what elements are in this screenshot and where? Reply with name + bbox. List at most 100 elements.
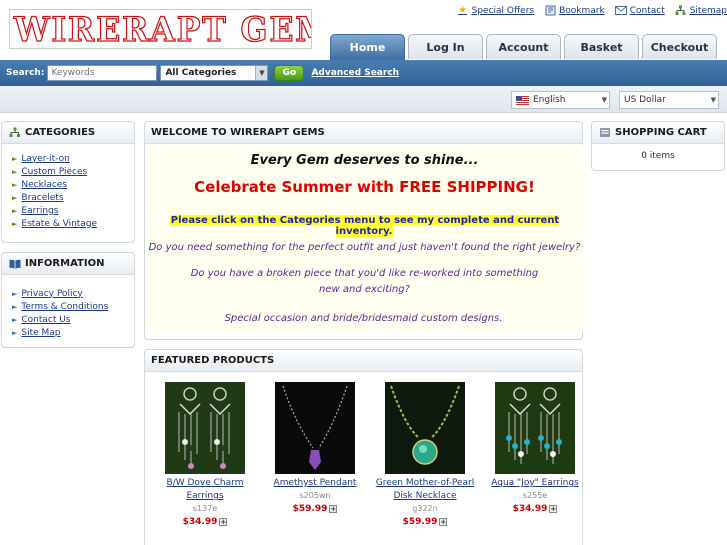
chevron-down-icon: ▼	[255, 66, 268, 80]
info-link[interactable]: Privacy Policy	[21, 289, 82, 299]
bullet-icon: ►	[12, 315, 18, 324]
add-to-cart-icon[interactable]: +	[329, 505, 338, 513]
sitemap-link[interactable]: Sitemap	[675, 5, 727, 16]
bullet-icon: ►	[12, 193, 18, 202]
information-title: INFORMATION	[25, 258, 105, 269]
product-name[interactable]: Amethyst Pendant	[260, 477, 370, 490]
top-links: ★ Special Offers Bookmark Contact Sitema…	[457, 5, 727, 16]
product-image[interactable]	[165, 382, 245, 474]
info-item[interactable]: ► Site Map	[12, 326, 134, 339]
currency-value: US Dollar	[624, 95, 666, 105]
product-code: g322n	[412, 504, 438, 513]
tab-basket[interactable]: Basket	[564, 34, 639, 59]
book-icon	[8, 258, 21, 269]
info-item[interactable]: ► Contact Us	[12, 313, 134, 326]
main-tabs: Home Log In Account Basket Checkout	[330, 34, 717, 60]
bullet-icon: ►	[12, 219, 18, 228]
category-link[interactable]: Layer-it-on	[21, 154, 69, 164]
category-select[interactable]: All Categories ▼	[160, 65, 269, 81]
tab-checkout[interactable]: Checkout	[642, 34, 717, 59]
shopping-cart-box: SHOPPING CART 0 items	[591, 121, 725, 171]
chevron-down-icon: ▼	[710, 96, 716, 104]
product-price: $59.99	[402, 517, 438, 527]
add-to-cart-icon[interactable]: +	[439, 518, 448, 526]
category-item[interactable]: ► Custom Pieces	[12, 165, 134, 178]
special-offers-link[interactable]: ★ Special Offers	[457, 5, 534, 16]
info-item[interactable]: ► Privacy Policy	[12, 287, 134, 300]
product-image[interactable]	[275, 382, 355, 474]
category-item[interactable]: ► Necklaces	[12, 178, 134, 191]
product-price-row: $34.99 +	[480, 502, 590, 516]
product-price-row: $59.99 +	[260, 502, 370, 516]
promo-text: Celebrate Summer with FREE SHIPPING!	[194, 178, 535, 196]
category-link[interactable]: Earrings	[21, 206, 58, 216]
site-logo[interactable]: WIRERAPT GEMS	[9, 9, 312, 49]
product-card: B/W Dove Charm Earrings s137e $34.99 +	[150, 382, 260, 529]
product-image[interactable]	[495, 382, 575, 474]
search-bar: Search: All Categories ▼ Go Advanced Sea…	[0, 60, 727, 86]
product-price-row: $59.99 +	[370, 515, 480, 529]
product-card: Amethyst Pendant s205wn $59.99 +	[260, 382, 370, 516]
product-price-row: $34.99 +	[150, 515, 260, 529]
search-input[interactable]	[47, 65, 158, 81]
currency-select[interactable]: US Dollar ▼	[619, 91, 719, 109]
product-price: $34.99	[512, 504, 548, 514]
add-to-cart-icon[interactable]: +	[219, 518, 228, 526]
necklace-image	[385, 382, 465, 474]
tab-log-in[interactable]: Log In	[408, 34, 483, 59]
product-name[interactable]: B/W Dove Charm Earrings	[150, 477, 260, 503]
product-price: $59.99	[292, 504, 328, 514]
welcome-header: WELCOME TO WIRERAPT GEMS	[145, 122, 582, 144]
categories-title: CATEGORIES	[25, 127, 96, 138]
product-code: s137e	[192, 504, 218, 513]
product-image[interactable]	[385, 382, 465, 474]
categories-header: CATEGORIES	[2, 122, 134, 144]
category-item[interactable]: ► Bracelets	[12, 191, 134, 204]
category-item[interactable]: ► Layer-it-on	[12, 152, 134, 165]
category-link[interactable]: Custom Pieces	[21, 167, 87, 177]
earrings-image	[165, 382, 245, 474]
cart-icon	[598, 127, 611, 138]
pendant-image	[275, 382, 355, 474]
tab-home[interactable]: Home	[330, 34, 405, 60]
bullet-icon: ►	[12, 328, 18, 337]
product-price: $34.99	[182, 517, 218, 527]
tagline: Every Gem deserves to shine...	[250, 153, 479, 168]
go-button[interactable]: Go	[274, 65, 305, 81]
info-link[interactable]: Terms & Conditions	[21, 302, 108, 312]
category-link[interactable]: Estate & Vintage	[21, 219, 97, 229]
category-item[interactable]: ► Earrings	[12, 204, 134, 217]
product-name[interactable]: Green Mother-of-Pearl Disk Necklace	[370, 477, 480, 503]
bookmark-link[interactable]: Bookmark	[544, 5, 605, 16]
contact-link[interactable]: Contact	[614, 5, 665, 16]
product-code: s255e	[522, 491, 548, 500]
add-to-cart-icon[interactable]: +	[549, 505, 558, 513]
bookmark-label: Bookmark	[559, 5, 605, 16]
info-link[interactable]: Site Map	[21, 328, 60, 338]
bullet-icon: ►	[12, 167, 18, 176]
language-select[interactable]: English ▼	[511, 91, 610, 109]
category-link[interactable]: Bracelets	[21, 193, 63, 203]
star-icon: ★	[458, 5, 468, 16]
sitemap-label: Sitemap	[689, 5, 727, 16]
featured-products-box: FEATURED PRODUCTS B/W Dove Charm Earring…	[144, 349, 583, 545]
logo-text: WIRERAPT GEMS	[13, 10, 311, 49]
tab-account[interactable]: Account	[486, 34, 561, 59]
bullet-icon: ►	[12, 302, 18, 311]
welcome-title: WELCOME TO WIRERAPT GEMS	[151, 127, 325, 138]
category-item[interactable]: ► Estate & Vintage	[12, 217, 134, 230]
advanced-search-link[interactable]: Advanced Search	[311, 68, 399, 78]
bullet-icon: ►	[12, 180, 18, 189]
sitemap-icon	[675, 5, 687, 16]
notice-text: Please click on the Categories menu to s…	[169, 215, 560, 237]
info-link[interactable]: Contact Us	[21, 315, 70, 325]
earrings-image	[495, 382, 575, 474]
bullet-icon: ►	[12, 289, 18, 298]
product-name[interactable]: Aqua "Joy" Earrings	[480, 477, 590, 490]
intro-line-1: Do you need something for the perfect ou…	[148, 242, 581, 253]
cart-title: SHOPPING CART	[615, 127, 707, 138]
info-item[interactable]: ► Terms & Conditions	[12, 300, 134, 313]
product-code: s205wn	[299, 491, 331, 500]
category-select-value: All Categories	[165, 68, 237, 78]
category-link[interactable]: Necklaces	[21, 180, 67, 190]
